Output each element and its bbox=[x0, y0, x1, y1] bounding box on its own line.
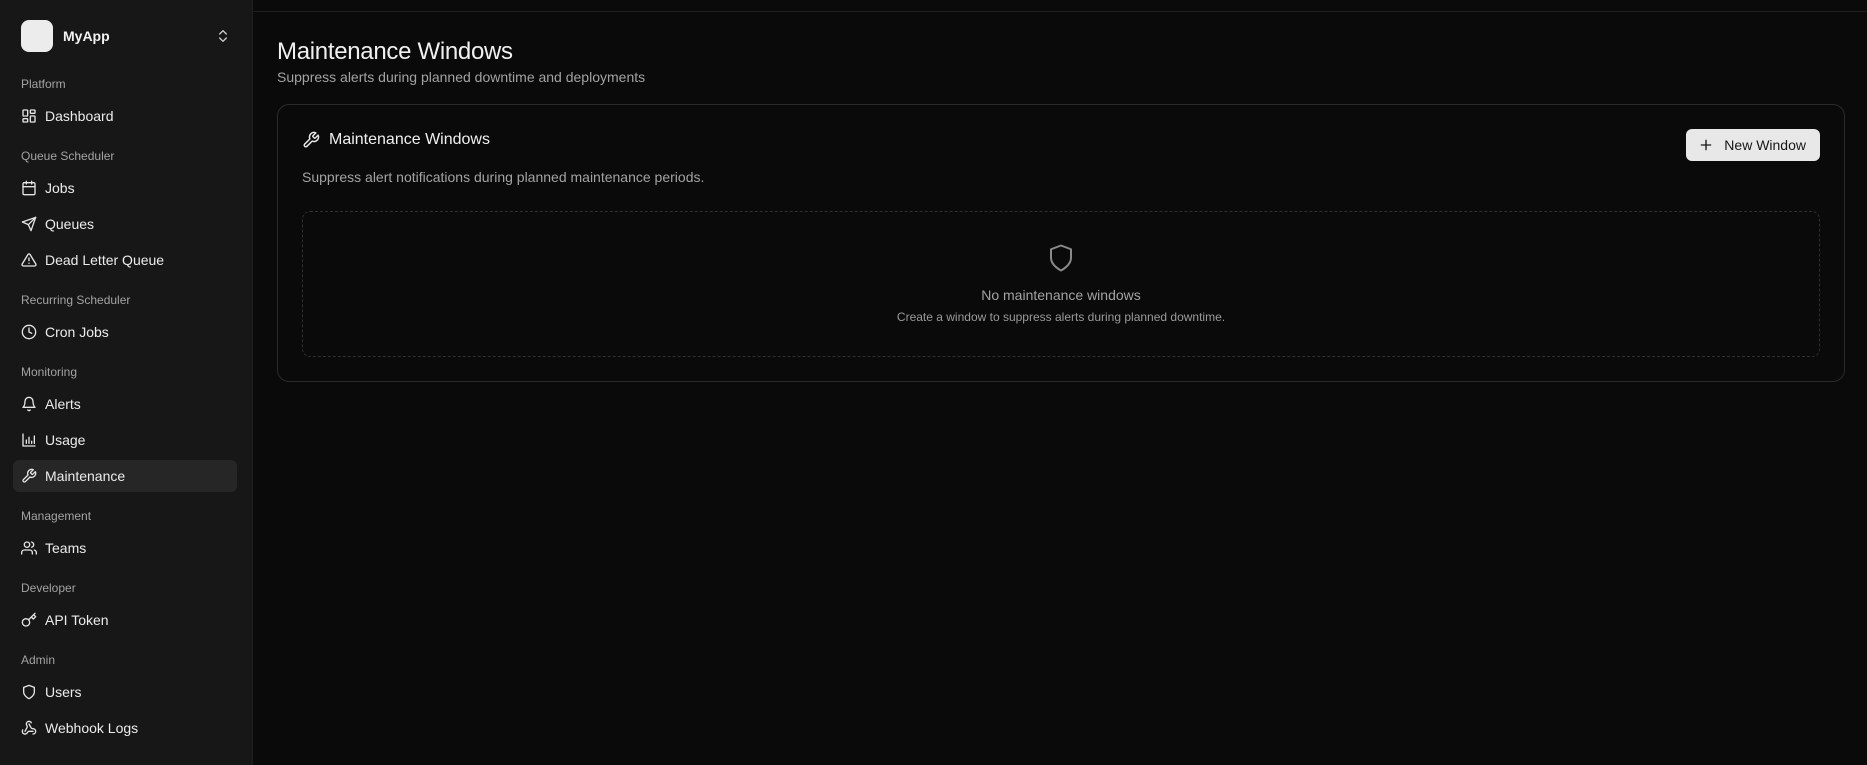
nav-group-developer: Developer bbox=[21, 581, 76, 595]
sidebar-item-dashboard[interactable]: Dashboard bbox=[13, 100, 237, 132]
sidebar-item-webhook-logs[interactable]: Webhook Logs bbox=[13, 712, 237, 744]
users-icon bbox=[21, 540, 37, 556]
sidebar-item-label: Queues bbox=[45, 216, 95, 232]
shield-icon bbox=[1046, 243, 1076, 273]
nav-group-monitoring: Monitoring bbox=[21, 365, 78, 379]
sidebar-item-queues[interactable]: Queues bbox=[13, 208, 237, 240]
app-shell: MyApp Platform Dashboard Queue Scheduler… bbox=[0, 0, 1867, 765]
nav-group-management: Management bbox=[21, 509, 92, 523]
new-window-button-label: New Window bbox=[1724, 137, 1806, 153]
bar-chart-icon bbox=[21, 432, 37, 448]
page-subtitle: Suppress alerts during planned downtime … bbox=[277, 69, 646, 85]
sidebar-item-cron-jobs[interactable]: Cron Jobs bbox=[13, 316, 237, 348]
new-window-button[interactable]: New Window bbox=[1686, 129, 1820, 161]
sidebar-item-label: Usage bbox=[45, 432, 86, 448]
sidebar-item-label: Teams bbox=[45, 540, 87, 556]
sidebar-item-jobs[interactable]: Jobs bbox=[13, 172, 237, 204]
sidebar-item-maintenance[interactable]: Maintenance bbox=[13, 460, 237, 492]
key-icon bbox=[21, 612, 37, 628]
sidebar-item-label: Webhook Logs bbox=[45, 720, 139, 736]
empty-state: No maintenance windows Create a window t… bbox=[302, 211, 1820, 357]
clock-icon bbox=[21, 324, 37, 340]
sidebar: MyApp Platform Dashboard Queue Scheduler… bbox=[0, 0, 253, 765]
app-switcher[interactable]: MyApp bbox=[13, 18, 239, 54]
sidebar-item-teams[interactable]: Teams bbox=[13, 532, 237, 564]
sidebar-item-label: Maintenance bbox=[45, 468, 126, 484]
webhook-icon bbox=[21, 720, 37, 736]
sidebar-item-api-token[interactable]: API Token bbox=[13, 604, 237, 636]
top-bar bbox=[253, 0, 1867, 12]
wrench-icon bbox=[302, 131, 320, 149]
wrench-icon bbox=[21, 468, 37, 484]
sidebar-item-users[interactable]: Users bbox=[13, 676, 237, 708]
nav-group-admin: Admin bbox=[21, 653, 56, 667]
sidebar-item-usage[interactable]: Usage bbox=[13, 424, 237, 456]
send-icon bbox=[21, 216, 37, 232]
nav-group-queue-scheduler: Queue Scheduler bbox=[21, 149, 115, 163]
main-content: Maintenance Windows Suppress alerts duri… bbox=[253, 0, 1867, 765]
alert-triangle-icon bbox=[21, 252, 37, 268]
page-title: Maintenance Windows bbox=[277, 38, 513, 65]
app-logo bbox=[21, 20, 53, 52]
chevron-up-down-icon bbox=[219, 30, 227, 42]
sidebar-item-label: Users bbox=[45, 684, 82, 700]
plus-icon bbox=[1698, 137, 1714, 153]
sidebar-item-dead-letter-queue[interactable]: Dead Letter Queue bbox=[13, 244, 237, 276]
sidebar-item-label: Cron Jobs bbox=[45, 324, 109, 340]
sidebar-item-label: Dead Letter Queue bbox=[45, 252, 165, 268]
app-name: MyApp bbox=[63, 28, 110, 44]
sidebar-item-label: Jobs bbox=[45, 180, 75, 196]
card-header: Maintenance Windows bbox=[302, 131, 490, 149]
sidebar-item-label: Alerts bbox=[45, 396, 81, 412]
sidebar-item-alerts[interactable]: Alerts bbox=[13, 388, 237, 420]
maintenance-windows-card: Maintenance Windows New Window Suppress … bbox=[277, 104, 1845, 382]
nav-group-platform: Platform bbox=[21, 77, 66, 91]
shield-icon bbox=[21, 684, 37, 700]
calendar-icon bbox=[21, 180, 37, 196]
sidebar-item-label: API Token bbox=[45, 612, 109, 628]
card-description: Suppress alert notifications during plan… bbox=[302, 169, 705, 185]
card-title: Maintenance Windows bbox=[329, 131, 490, 148]
empty-state-title: No maintenance windows bbox=[981, 287, 1141, 303]
empty-state-description: Create a window to suppress alerts durin… bbox=[896, 310, 1226, 324]
sidebar-item-label: Dashboard bbox=[45, 108, 114, 124]
nav-group-recurring-scheduler: Recurring Scheduler bbox=[21, 293, 131, 307]
grid-icon bbox=[21, 108, 37, 124]
bell-icon bbox=[21, 396, 37, 412]
